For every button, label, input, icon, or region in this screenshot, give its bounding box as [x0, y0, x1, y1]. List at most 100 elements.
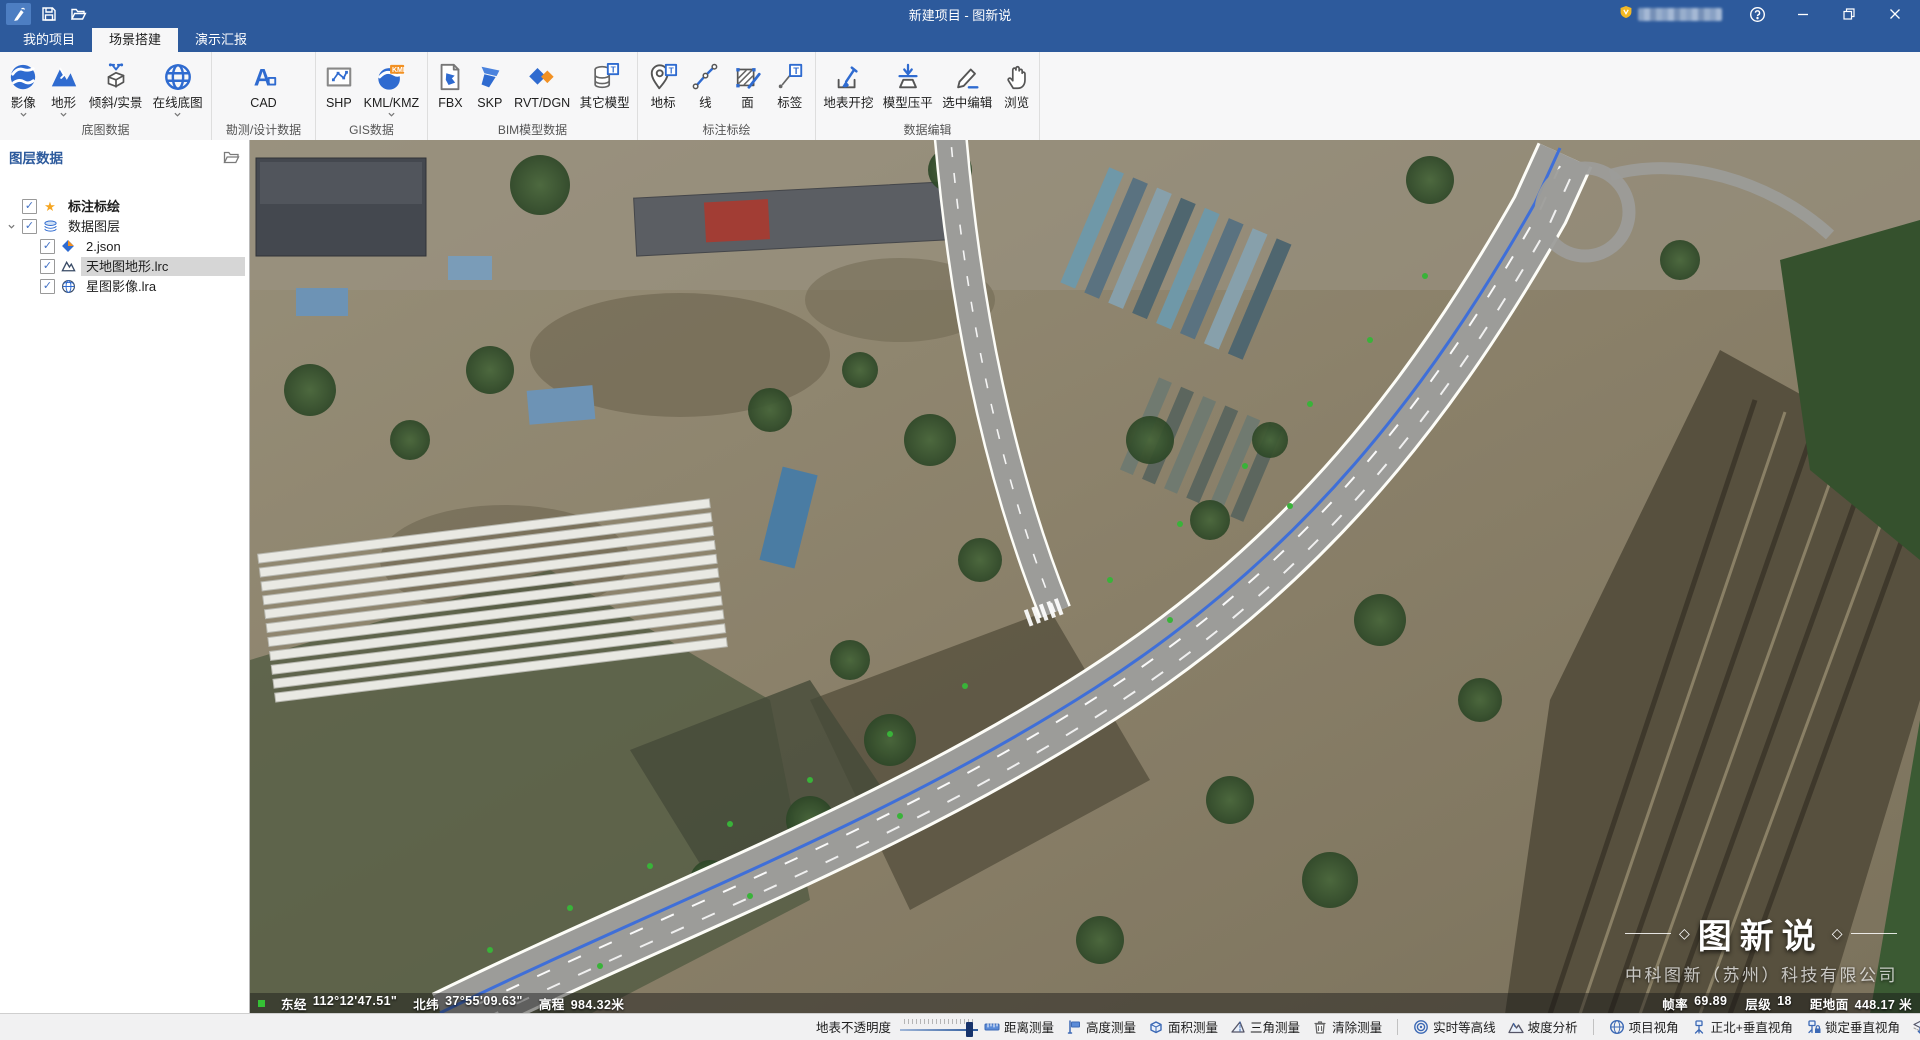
ribbon-button-cad[interactable]: ACAD: [247, 57, 281, 112]
ribbon-button-surface-dig[interactable]: 地表开挖: [821, 57, 875, 112]
ribbon-group-label: 底图数据: [0, 122, 211, 140]
button-label: 项目视角: [1629, 1017, 1679, 1036]
tab-my-projects[interactable]: 我的项目: [6, 28, 92, 52]
username-redacted: [1638, 8, 1722, 21]
layer-item-json-2[interactable]: ✓ 2.json: [0, 236, 249, 256]
ribbon-button-polygon[interactable]: 面: [731, 57, 765, 112]
surface-opacity-slider[interactable]: [900, 1017, 978, 1037]
m-tri-icon: [1230, 1019, 1246, 1035]
slider-handle[interactable]: [966, 1022, 973, 1037]
folder-icon[interactable]: [223, 150, 240, 165]
layers-icon: [42, 219, 58, 234]
ribbon-button-label: FBX: [438, 95, 462, 111]
dig-icon: [833, 58, 863, 95]
button-label: 三角测量: [1250, 1017, 1300, 1036]
m-under-icon: [1912, 1019, 1920, 1035]
ribbon-button-label: CAD: [250, 95, 276, 111]
ribbon-group-basemap-data: 影像地形倾斜/实景在线底图底图数据: [0, 52, 212, 140]
restore-button[interactable]: [1826, 0, 1872, 28]
layer-item-tianditu-terrain[interactable]: ✓天地图地形.lrc: [0, 256, 249, 276]
layer-item-data-layers[interactable]: ✓数据图层: [0, 216, 249, 236]
button-realtime-contour[interactable]: 实时等高线: [1413, 1017, 1496, 1036]
bottom-toolbar: 地表不透明度 距离测量高度测量面积测量三角测量清除测量实时等高线坡度分析项目视角…: [0, 1013, 1920, 1040]
layer-checkbox[interactable]: ✓: [40, 259, 55, 274]
button-project-view[interactable]: 项目视角: [1609, 1017, 1679, 1036]
button-lock-vertical-view[interactable]: 锁定垂直视角: [1805, 1017, 1900, 1036]
svg-text:T: T: [610, 64, 616, 74]
close-button[interactable]: [1872, 0, 1918, 28]
expander-chevron-icon[interactable]: [5, 223, 17, 230]
kml-icon: KML: [376, 58, 406, 95]
ribbon-button-label: 模型压平: [883, 95, 933, 111]
layer-item-label: 2.json: [81, 237, 126, 256]
diamond-icon: [60, 239, 76, 253]
button-label: 正北+垂直视角: [1711, 1017, 1793, 1036]
layer-item-annotation-group[interactable]: ✓★标注标绘: [0, 196, 249, 216]
ribbon-button-skp[interactable]: SKP: [473, 57, 507, 112]
open-folder-icon[interactable]: [66, 3, 91, 25]
ribbon-button-shp[interactable]: SHP: [322, 57, 356, 112]
ribbon-button-kml-kmz[interactable]: KMLKML/KMZ: [362, 57, 422, 121]
edit-icon: [952, 58, 982, 95]
svg-text:KML: KML: [392, 66, 406, 73]
m-slope-icon: [1508, 1019, 1524, 1035]
user-account[interactable]: [1619, 5, 1722, 24]
online-globe-icon: [163, 58, 193, 95]
save-icon[interactable]: [36, 3, 61, 25]
rvt-icon: [527, 58, 557, 95]
ribbon-button-imagery[interactable]: 影像: [6, 57, 40, 121]
button-label: 实时等高线: [1433, 1017, 1496, 1036]
ribbon-button-select-edit[interactable]: 选中编辑: [940, 57, 994, 112]
button-label: 距离测量: [1004, 1017, 1054, 1036]
globe-file-icon: [60, 279, 76, 294]
ribbon-button-model-flatten[interactable]: 模型压平: [881, 57, 935, 112]
help-icon[interactable]: [1734, 0, 1780, 28]
fbx-icon: [435, 58, 465, 95]
layer-checkbox[interactable]: ✓: [22, 219, 37, 234]
button-measure-distance[interactable]: 距离测量: [984, 1017, 1054, 1036]
layer-item-label: 星图影像.lra: [81, 277, 161, 296]
button-measure-height[interactable]: 高度测量: [1066, 1017, 1136, 1036]
ribbon-button-label: SKP: [477, 95, 502, 111]
button-north-vertical-view[interactable]: 正北+垂直视角: [1691, 1017, 1793, 1036]
ribbon-group-annotation: T地标线面T标签标注标绘: [638, 52, 816, 140]
ribbon-group-buttons: T地标线面 T标签: [638, 52, 815, 122]
ribbon-button-rvt-dgn[interactable]: RVT/DGN: [512, 57, 572, 112]
tab-scene-setup[interactable]: 场景搭建: [92, 28, 178, 52]
ribbon-button-label: 浏览: [1004, 95, 1029, 111]
ribbon-button-label: RVT/DGN: [514, 95, 570, 111]
layer-checkbox[interactable]: ✓: [22, 199, 37, 214]
minimize-button[interactable]: [1780, 0, 1826, 28]
ribbon-button-oblique[interactable]: 倾斜/实景: [87, 57, 144, 112]
label-tag-icon: T: [775, 58, 805, 95]
ribbon-button-other-model[interactable]: T其它模型: [578, 57, 632, 112]
ribbon-button-line[interactable]: 线: [688, 57, 722, 112]
ribbon: 影像地形倾斜/实景在线底图底图数据ACAD勘测/设计数据SHPKMLKML/KM…: [0, 52, 1920, 141]
layer-checkbox[interactable]: ✓: [40, 239, 55, 254]
ribbon-button-terrain[interactable]: 地形: [47, 57, 81, 121]
decor-line: [1851, 933, 1897, 934]
layer-item-satellite-imagery[interactable]: ✓ 星图影像.lra: [0, 276, 249, 296]
tab-presentation[interactable]: 演示汇报: [178, 28, 264, 52]
star-icon: ★: [42, 200, 58, 213]
button-measure-triangle[interactable]: 三角测量: [1230, 1017, 1300, 1036]
ribbon-button-browse[interactable]: 浏览: [1000, 57, 1034, 112]
button-slope-analysis[interactable]: 坡度分析: [1508, 1017, 1578, 1036]
button-clear-measure[interactable]: 清除测量: [1312, 1017, 1382, 1036]
button-underground-view[interactable]: 地下视角: [1912, 1017, 1920, 1036]
ribbon-button-fbx[interactable]: FBX: [433, 57, 467, 112]
titlebar-quick-icons: [0, 3, 91, 25]
decor-line: [1625, 933, 1671, 934]
button-measure-area[interactable]: 面积测量: [1148, 1017, 1218, 1036]
ribbon-button-label: 面: [741, 95, 754, 111]
globe-imagery-icon: [8, 58, 38, 95]
ribbon-button-placemark[interactable]: T地标: [646, 57, 680, 112]
ribbon-button-online-basemap[interactable]: 在线底图: [151, 57, 205, 121]
layer-panel: 图层数据 ✓★标注标绘✓数据图层✓2.json✓天地图地形.lrc✓星图影像.l…: [0, 140, 250, 1014]
m-globe-icon: [1609, 1019, 1625, 1035]
brand-logo: ◇ 图新说 ◇: [1625, 909, 1898, 958]
ribbon-button-label[interactable]: T标签: [773, 57, 807, 112]
layer-checkbox[interactable]: ✓: [40, 279, 55, 294]
decor-diamond-icon: ◇: [1832, 925, 1843, 942]
map-viewport[interactable]: ◇ 图新说 ◇ 中科图新（苏州）科技有限公司 东经112°12'47.51" 北…: [250, 140, 1920, 1014]
